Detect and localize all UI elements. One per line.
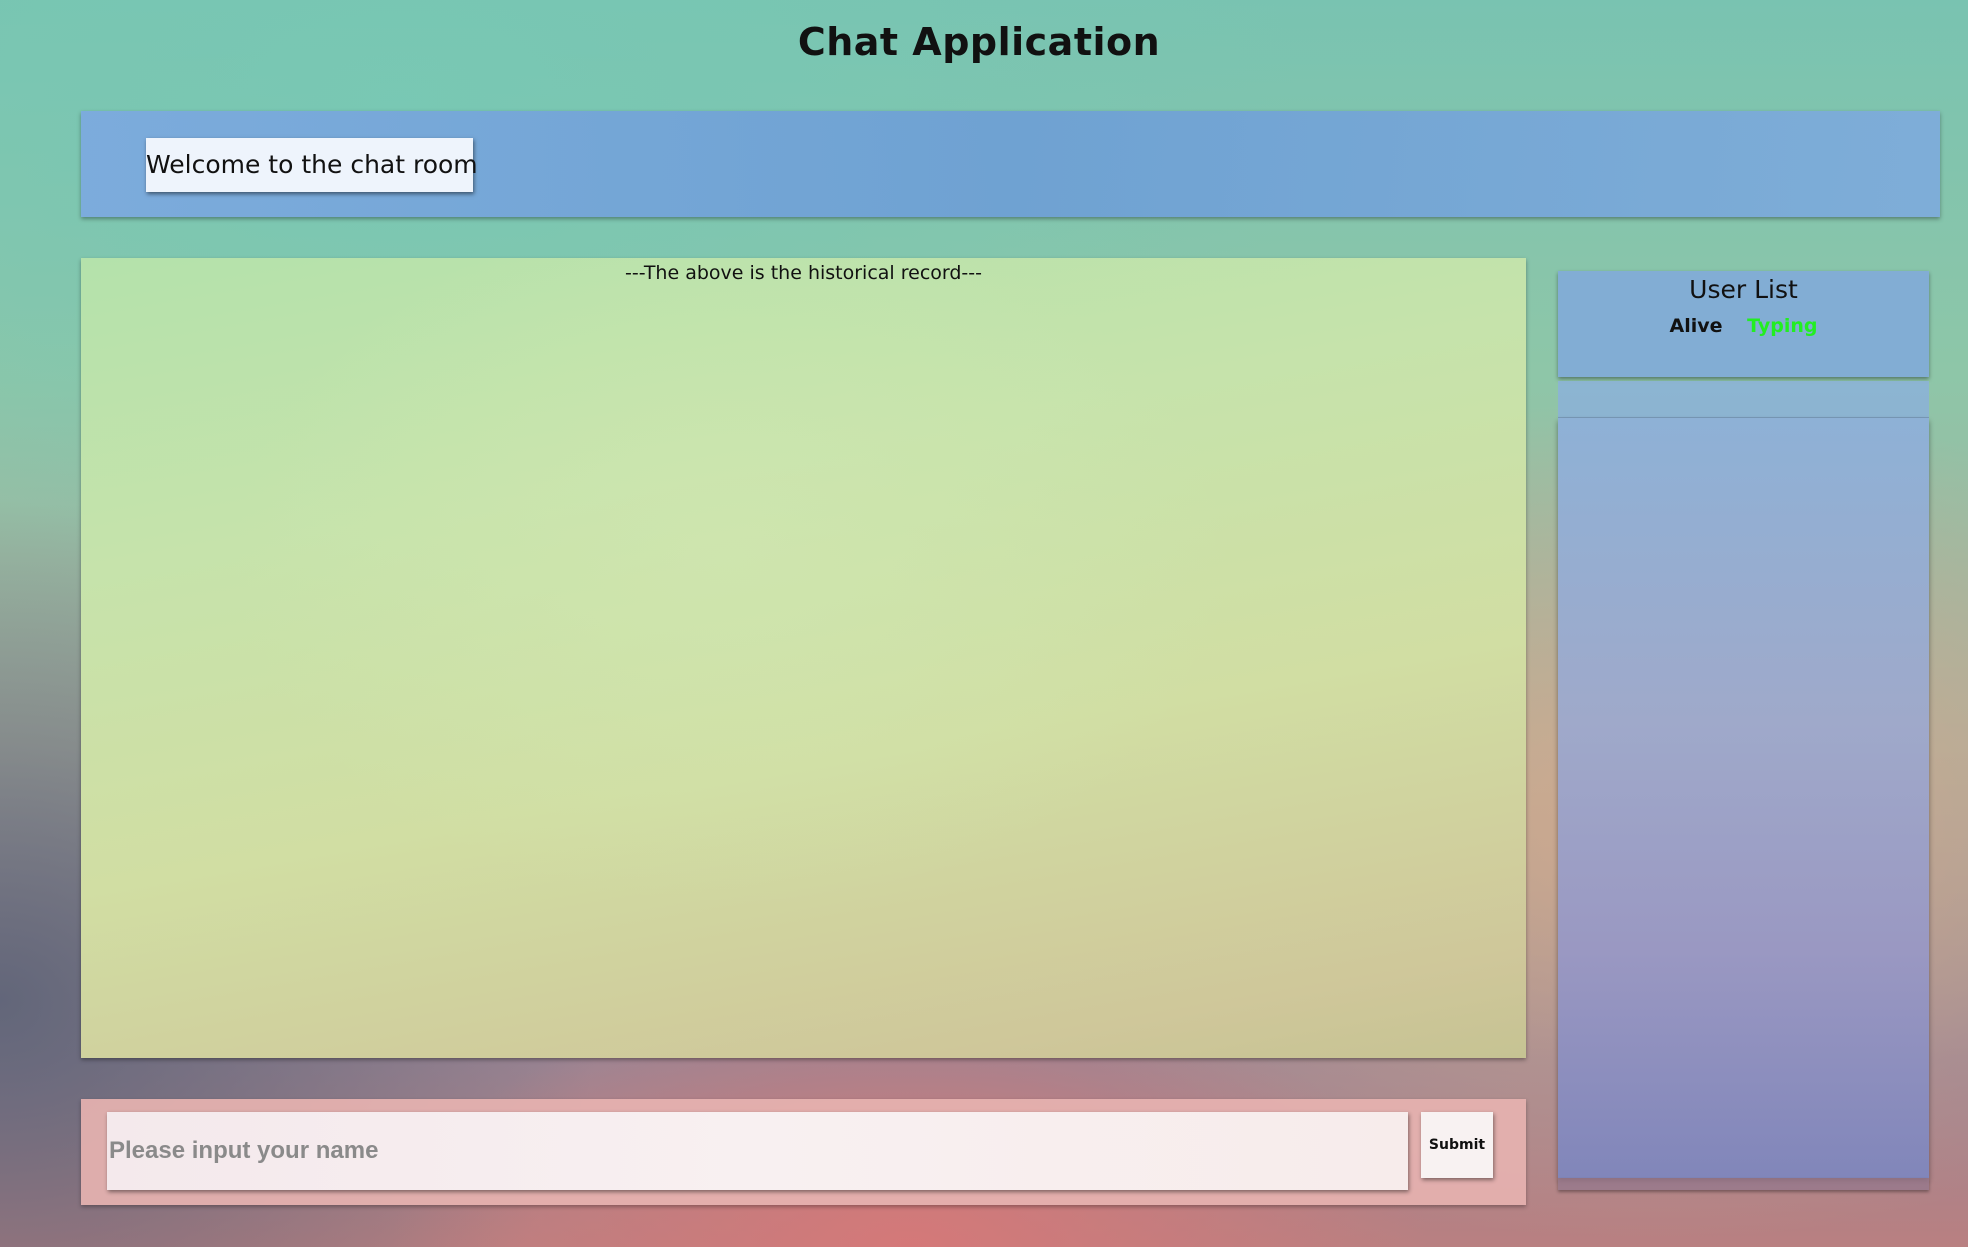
composer-bar: Submit bbox=[81, 1099, 1526, 1205]
page-title: Chat Application bbox=[797, 20, 1161, 64]
legend-typing: Typing bbox=[1747, 315, 1818, 337]
user-list-footer bbox=[1558, 1178, 1929, 1190]
welcome-banner: Welcome to the chat room bbox=[81, 111, 1940, 217]
welcome-message: Welcome to the chat room bbox=[146, 138, 478, 192]
submit-button[interactable]: Submit bbox=[1421, 1112, 1493, 1178]
name-input[interactable] bbox=[107, 1112, 1408, 1190]
user-list[interactable] bbox=[1558, 418, 1929, 1178]
history-record-note: ---The above is the historical record--- bbox=[625, 262, 982, 284]
user-list-header: User List Alive Typing bbox=[1558, 271, 1929, 377]
chat-history-panel[interactable]: ---The above is the historical record--- bbox=[81, 258, 1526, 1058]
status-legend: Alive Typing bbox=[1558, 315, 1929, 337]
user-list-panel: User List Alive Typing bbox=[1558, 271, 1929, 1191]
user-list-divider bbox=[1558, 381, 1929, 418]
user-list-title: User List bbox=[1689, 275, 1798, 304]
legend-alive: Alive bbox=[1669, 315, 1723, 337]
